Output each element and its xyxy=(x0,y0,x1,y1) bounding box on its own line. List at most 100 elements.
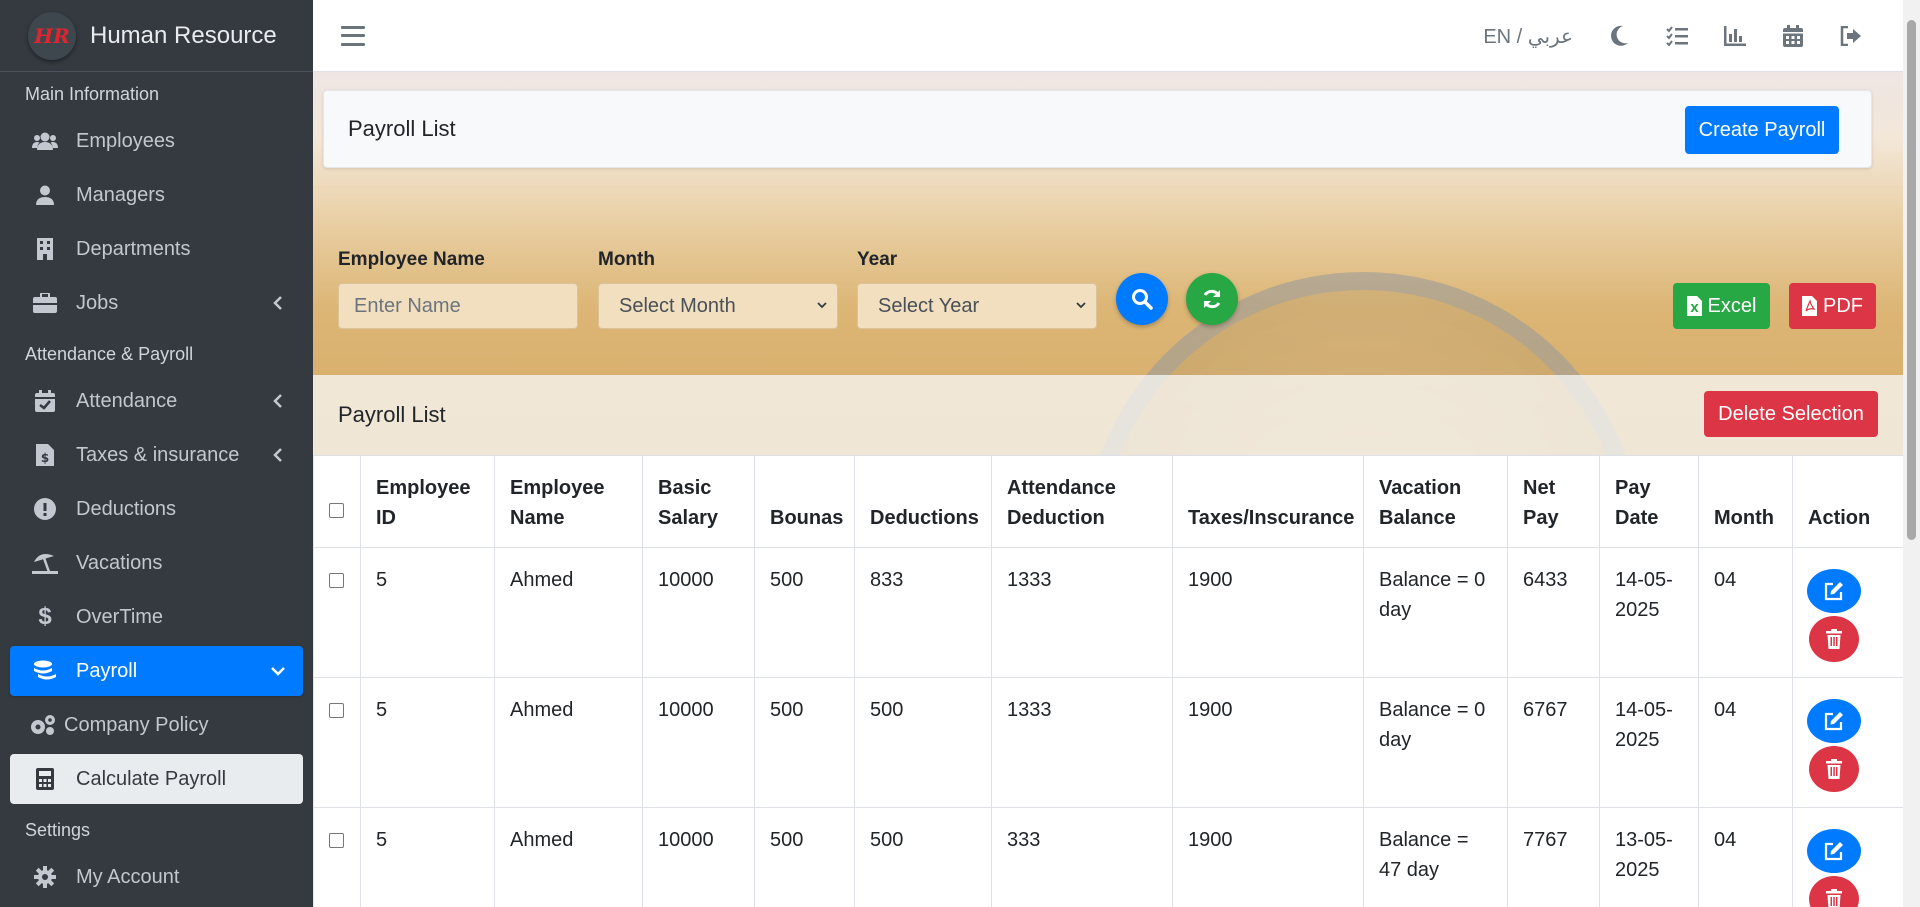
cell-basic-salary: 10000 xyxy=(642,677,755,808)
nav-header-settings: Settings xyxy=(25,819,91,840)
coins-icon xyxy=(32,659,58,683)
row-checkbox[interactable] xyxy=(329,573,344,588)
delete-button[interactable] xyxy=(1809,746,1859,792)
hamburger-menu-icon[interactable] xyxy=(341,25,365,46)
brand-logo-text: HR xyxy=(34,23,70,48)
cell-net-pay: 6433 xyxy=(1507,547,1600,678)
sidebar-item-jobs[interactable]: Jobs xyxy=(10,278,303,328)
chart-bar-icon[interactable] xyxy=(1723,24,1747,48)
sidebar-item-label: Employees xyxy=(76,129,175,152)
calendar-check-icon xyxy=(32,389,58,413)
user-icon xyxy=(32,183,58,207)
payroll-table: Employee ID Employee Name Basic Salary B… xyxy=(313,455,1903,907)
search-button[interactable] xyxy=(1116,273,1168,325)
topbar-actions: EN / عربي xyxy=(1483,0,1863,72)
cell-attendance-deduction: 1333 xyxy=(991,547,1173,678)
cogs-icon xyxy=(30,713,56,737)
year-select[interactable]: Select Year xyxy=(857,283,1097,329)
create-payroll-button[interactable]: Create Payroll xyxy=(1685,106,1839,154)
cell-vacation-balance: Balance = 47 day xyxy=(1363,807,1508,907)
column-header[interactable]: Attendance Deduction xyxy=(991,455,1173,548)
cell-pay-date: 14-05-2025 xyxy=(1599,547,1699,678)
payroll-list-title: Payroll List xyxy=(338,402,446,427)
page-header-card: Payroll List Create Payroll xyxy=(323,90,1872,168)
table-row: 5 Ahmed 10000 500 500 333 1900 Balance =… xyxy=(313,807,1903,907)
page-title: Payroll List xyxy=(348,116,456,141)
sidebar-item-my-account[interactable]: My Account xyxy=(10,852,303,902)
exclamation-circle-icon xyxy=(32,497,58,521)
employee-name-input[interactable]: Enter Name xyxy=(338,283,578,329)
sidebar-item-employees[interactable]: Employees xyxy=(10,116,303,166)
sidebar-item-calculate-payroll[interactable]: Calculate Payroll xyxy=(10,754,303,804)
delete-button[interactable] xyxy=(1809,616,1859,662)
cell-taxes: 1900 xyxy=(1172,677,1364,808)
brand[interactable]: HR Human Resource xyxy=(0,0,313,72)
column-header[interactable]: Bounas xyxy=(754,455,855,548)
column-header[interactable]: Employee Name xyxy=(494,455,643,548)
edit-icon xyxy=(1824,842,1843,861)
cell-attendance-deduction: 1333 xyxy=(991,677,1173,808)
cell-pay-date: 14-05-2025 xyxy=(1599,677,1699,808)
svg-text:X: X xyxy=(1690,302,1699,315)
row-checkbox[interactable] xyxy=(329,703,344,718)
row-checkbox[interactable] xyxy=(329,833,344,848)
column-header[interactable]: Basic Salary xyxy=(642,455,755,548)
sidebar-item-deductions[interactable]: Deductions xyxy=(10,484,303,534)
reset-button[interactable] xyxy=(1186,273,1238,325)
edit-button[interactable] xyxy=(1807,699,1861,743)
sidebar-item-label: Jobs xyxy=(76,291,119,314)
pdf-button-label: PDF xyxy=(1823,294,1863,317)
sidebar-item-taxes-insurance[interactable]: $ Taxes & insurance xyxy=(10,430,303,480)
sidebar-item-company-policy[interactable]: Company Policy xyxy=(10,700,303,750)
delete-button[interactable] xyxy=(1809,876,1859,907)
column-header[interactable]: Employee ID xyxy=(360,455,495,548)
cell-vacation-balance: Balance = 0 day xyxy=(1363,547,1508,678)
nav-header-main-information: Main Information xyxy=(25,83,160,104)
cell-month: 04 xyxy=(1698,547,1793,678)
chevron-down-icon xyxy=(817,302,827,309)
brand-logo: HR xyxy=(28,11,76,60)
calendar-icon[interactable] xyxy=(1781,24,1805,48)
column-header[interactable]: Deductions xyxy=(854,455,992,548)
scrollbar-thumb[interactable] xyxy=(1907,20,1916,540)
select-all-cell xyxy=(313,455,361,548)
tasks-icon[interactable] xyxy=(1665,24,1689,48)
sidebar-item-managers[interactable]: Managers xyxy=(10,170,303,220)
users-icon xyxy=(32,129,58,153)
file-pdf-icon xyxy=(1802,296,1817,316)
sign-out-icon[interactable] xyxy=(1839,24,1863,48)
cell-deductions: 500 xyxy=(854,677,992,808)
employee-name-label: Employee Name xyxy=(338,249,485,270)
select-all-checkbox[interactable] xyxy=(329,503,344,518)
sidebar-item-attendance[interactable]: Attendance xyxy=(10,376,303,426)
page-scrollbar[interactable] xyxy=(1903,0,1920,907)
cell-bonus: 500 xyxy=(754,547,855,678)
row-select-cell xyxy=(313,677,361,808)
column-header[interactable]: Taxes/Inscurance xyxy=(1172,455,1364,548)
pdf-export-button[interactable]: PDF xyxy=(1789,283,1876,329)
column-header[interactable]: Net Pay xyxy=(1507,455,1600,548)
language-switch[interactable]: EN / عربي xyxy=(1483,24,1573,49)
sidebar: HR Human Resource Main Information Emplo… xyxy=(0,0,313,907)
excel-export-button[interactable]: X Excel xyxy=(1673,283,1770,329)
sidebar-item-overtime[interactable]: $ OverTime xyxy=(10,592,303,642)
sidebar-item-departments[interactable]: Departments xyxy=(10,224,303,274)
sidebar-item-label: Company Policy xyxy=(64,713,209,736)
moon-icon[interactable] xyxy=(1607,24,1631,48)
delete-selection-button[interactable]: Delete Selection xyxy=(1704,391,1878,437)
trash-icon xyxy=(1826,889,1842,907)
sidebar-item-vacations[interactable]: Vacations xyxy=(10,538,303,588)
edit-button[interactable] xyxy=(1807,569,1861,613)
sidebar-item-payroll[interactable]: Payroll xyxy=(10,646,303,696)
edit-button[interactable] xyxy=(1807,829,1861,873)
cell-month: 04 xyxy=(1698,807,1793,907)
cell-bonus: 500 xyxy=(754,677,855,808)
column-header[interactable]: Vacation Balance xyxy=(1363,455,1508,548)
column-header[interactable]: Month xyxy=(1698,455,1793,548)
column-header[interactable]: Pay Date xyxy=(1599,455,1699,548)
month-select[interactable]: Select Month xyxy=(598,283,838,329)
brand-name: Human Resource xyxy=(90,21,277,49)
cell-actions xyxy=(1792,547,1903,678)
sidebar-item-label: Attendance xyxy=(76,389,178,412)
row-select-cell xyxy=(313,547,361,678)
